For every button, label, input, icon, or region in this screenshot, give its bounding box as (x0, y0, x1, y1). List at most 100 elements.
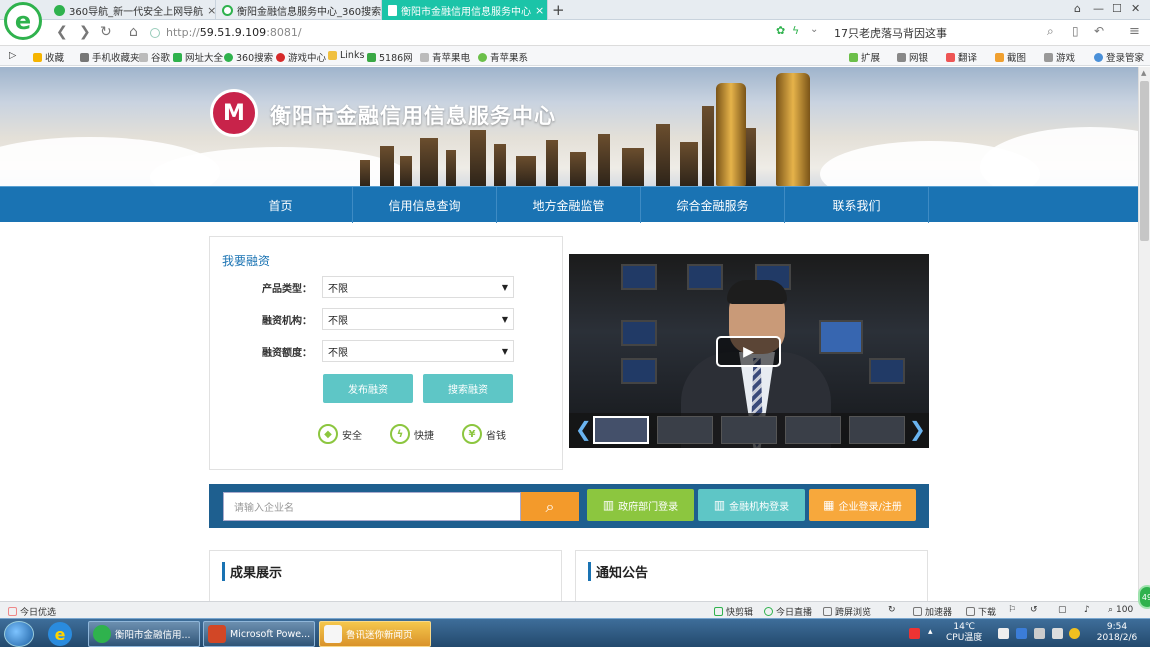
cross-screen-button[interactable]: 跨屏浏览 (823, 605, 871, 618)
tab-360-nav[interactable]: 360导航_新一代安全上网导航 × (48, 0, 216, 20)
ie-icon[interactable]: e (48, 622, 72, 646)
network-icon[interactable] (1052, 628, 1063, 639)
screenshot-button[interactable]: 截图 (995, 50, 1026, 64)
browser-tab-bar: 360导航_新一代安全上网导航 × 衡阳金融信息服务中心_360搜索 × 衡阳市… (0, 0, 1150, 20)
site-info-icon[interactable] (150, 27, 160, 38)
tab-360-search[interactable]: 衡阳金融信息服务中心_360搜索 × (216, 0, 382, 20)
product-type-select[interactable]: 不限 ▼ (322, 276, 514, 298)
taskbar-task-powerpoint[interactable]: Microsoft Powe... (203, 621, 315, 647)
url-input[interactable]: http://59.51.9.109:8081/ (150, 23, 810, 42)
speaker-muted-icon[interactable] (1034, 628, 1045, 639)
menu-icon[interactable]: ≡ (1129, 24, 1140, 39)
bookmark-qingpingguo-dian[interactable]: 青苹果电 (420, 50, 470, 64)
back-button[interactable]: ❮ (56, 24, 68, 40)
bookmark-mobile[interactable]: 手机收藏夹 (80, 50, 140, 64)
today-picks[interactable]: 今日优选 (8, 605, 56, 618)
bookmark-game-center[interactable]: 游戏中心 (276, 50, 326, 64)
search-icon[interactable]: ⌕ (1047, 24, 1054, 39)
play-icon[interactable]: ▶ (716, 336, 781, 367)
usb-icon[interactable] (998, 628, 1009, 639)
refresh-icon[interactable]: ↻ (888, 605, 896, 615)
minimize-button[interactable]: — (1093, 2, 1104, 15)
tray-expand-icon[interactable]: ▴ (928, 627, 933, 638)
scrollbar-thumb[interactable] (1140, 81, 1149, 241)
quick-edit-button[interactable]: 快剪辑 (714, 605, 753, 618)
tab-active-site[interactable]: 衡阳市金融信用信息服务中心 × (382, 0, 548, 20)
online-banking-button[interactable]: 网银 (897, 50, 928, 64)
institution-select[interactable]: 不限 ▼ (322, 308, 514, 330)
download-button[interactable]: 下载 (966, 605, 996, 618)
site-title: 衡阳市金融信用信息服务中心 (270, 104, 556, 128)
nav-local-finance-regulation[interactable]: 地方金融监管 (497, 187, 641, 223)
scroll-up-icon[interactable]: ▲ (1141, 69, 1146, 77)
bookmark-360-search[interactable]: 360搜索 (224, 50, 273, 64)
next-thumbnail-icon[interactable]: ❯ (909, 417, 926, 441)
site-logo[interactable]: M (210, 89, 258, 137)
prev-thumbnail-icon[interactable]: ❮ (575, 417, 592, 441)
speed-mode-icon[interactable]: ϟ (792, 24, 799, 37)
company-search-button[interactable]: ⌕ (521, 492, 579, 521)
video-thumbnail[interactable] (849, 416, 905, 444)
enterprise-login-button[interactable]: ▦ 企业登录/注册 (809, 489, 916, 521)
government-login-button[interactable]: ▥ 政府部门登录 (587, 489, 694, 521)
sound-icon[interactable]: ♪ (1084, 605, 1090, 615)
bookmark-google[interactable]: 谷歌 (139, 50, 170, 64)
input-method-icon[interactable] (909, 628, 920, 639)
skin-icon[interactable]: ⌂ (1074, 2, 1081, 15)
undo-icon[interactable]: ↶ (1094, 24, 1104, 38)
video-thumbnail[interactable] (593, 416, 649, 444)
nav-credit-query[interactable]: 信用信息查询 (353, 187, 497, 223)
close-icon[interactable]: × (203, 4, 215, 17)
live-button[interactable]: 今日直播 (764, 605, 812, 618)
nav-contact-us[interactable]: 联系我们 (785, 187, 929, 223)
bookmark-site-directory[interactable]: 网址大全 (173, 50, 223, 64)
tray-app-icon[interactable] (1016, 628, 1027, 639)
notification-icon[interactable] (1069, 628, 1080, 639)
taskbar-task-news[interactable]: 鲁讯迷你新闻页 (319, 621, 431, 647)
flag-icon[interactable]: ⚐ (1008, 605, 1016, 615)
new-tab-button[interactable]: + (552, 1, 565, 19)
nav-financial-services[interactable]: 综合金融服务 (641, 187, 785, 223)
search-financing-button[interactable]: 搜索融资 (423, 374, 513, 403)
financial-institution-login-button[interactable]: ▥ 金融机构登录 (698, 489, 805, 521)
start-button[interactable] (4, 621, 34, 647)
bookmark-qingpingguo-xi[interactable]: 青苹果系 (478, 50, 528, 64)
sidebar-toggle-icon[interactable]: ▷ (9, 50, 16, 61)
video-player[interactable]: ▶ ❮ ❯ (569, 254, 929, 448)
float-ball[interactable]: 49 (1138, 585, 1150, 609)
clock[interactable]: 9:54 2018/2/6 (1090, 622, 1144, 644)
extensions-button[interactable]: 扩展 (849, 50, 880, 64)
search-input[interactable]: 17只老虎落马背因这事 (828, 23, 1062, 42)
close-icon[interactable]: × (531, 4, 544, 17)
bookmark-favorites[interactable]: 收藏 (33, 50, 64, 64)
nav-home[interactable]: 首页 (209, 187, 353, 223)
games-button[interactable]: 游戏 (1044, 50, 1075, 64)
maximize-button[interactable]: ☐ (1112, 2, 1122, 15)
reload-button[interactable]: ↻ (100, 24, 112, 40)
browser-logo[interactable]: e (4, 2, 42, 40)
home-button[interactable]: ⌂ (129, 24, 138, 40)
close-window-button[interactable]: ✕ (1131, 2, 1140, 15)
restore-icon[interactable]: ↺ (1030, 605, 1038, 615)
zoom-level[interactable]: ⌕ 100 (1108, 605, 1133, 615)
video-thumbnail[interactable] (721, 416, 777, 444)
publish-financing-button[interactable]: 发布融资 (323, 374, 413, 403)
forward-button[interactable]: ❯ (79, 24, 91, 40)
cpu-temperature[interactable]: 14℃ CPU温度 (946, 622, 982, 644)
video-thumbnail[interactable] (785, 416, 841, 444)
taskbar-task-browser[interactable]: 衡阳市金融信用... (88, 621, 200, 647)
security-icon[interactable]: ✿ (776, 24, 785, 37)
translate-button[interactable]: 翻译 (946, 50, 977, 64)
bookmark-links[interactable]: Links (328, 50, 364, 61)
mobile-icon[interactable]: ▯ (1072, 24, 1079, 38)
company-search-input[interactable]: 请输入企业名 (223, 492, 521, 521)
chevron-down-icon[interactable]: ⌄ (810, 24, 818, 35)
amount-select[interactable]: 不限 ▼ (322, 340, 514, 362)
video-thumbnail[interactable] (657, 416, 713, 444)
accelerator-button[interactable]: 加速器 (913, 605, 952, 618)
login-manager-button[interactable]: 登录管家 (1094, 50, 1144, 64)
page-icon (420, 52, 429, 62)
page-scrollbar[interactable]: ▲ (1138, 67, 1150, 601)
bookmark-5186[interactable]: 5186网 (367, 50, 413, 64)
window-icon[interactable]: ▢ (1058, 605, 1067, 615)
